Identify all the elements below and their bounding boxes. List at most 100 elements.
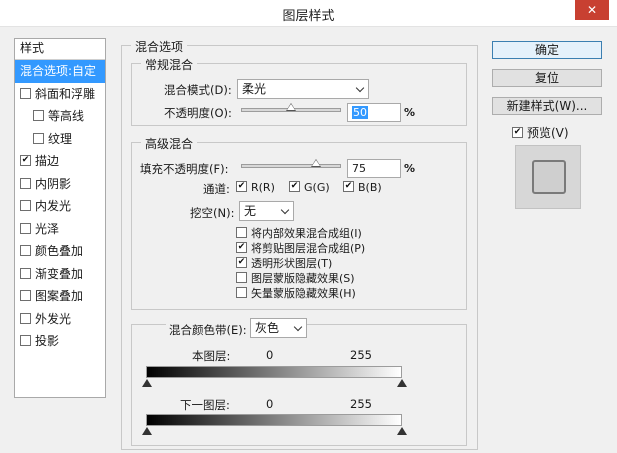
- fill-opacity-label: 填充不透明度(F):: [140, 162, 229, 176]
- underlying-layer-white-stop[interactable]: [397, 427, 407, 435]
- style-item-checkbox[interactable]: [20, 177, 31, 189]
- advanced-option[interactable]: 透明形状图层(T): [236, 255, 332, 271]
- style-item[interactable]: 内发光: [15, 195, 105, 218]
- channel-r[interactable]: R(R): [236, 181, 275, 194]
- style-item-label: 斜面和浮雕: [35, 86, 96, 101]
- styles-list: 样式 混合选项:自定斜面和浮雕等高线纹理描边内阴影内发光光泽颜色叠加渐变叠加图案…: [14, 38, 106, 398]
- style-item-label: 渐变叠加: [35, 266, 84, 281]
- advanced-option[interactable]: 图层蒙版隐藏效果(S): [236, 270, 355, 286]
- fill-opacity-unit: %: [404, 162, 416, 175]
- style-preview: [515, 145, 581, 209]
- blend-mode-select[interactable]: 柔光: [237, 79, 369, 99]
- opacity-field[interactable]: 50: [347, 103, 401, 122]
- style-item-label: 图案叠加: [35, 289, 84, 303]
- channel-b[interactable]: B(B): [343, 181, 382, 194]
- blend-if-label: 混合颜色带(E):: [166, 322, 250, 338]
- preview-checkbox[interactable]: [512, 127, 523, 138]
- style-item[interactable]: 混合选项:自定: [15, 60, 105, 83]
- style-item-checkbox[interactable]: [20, 290, 31, 301]
- dialog-title: 图层样式: [282, 9, 335, 24]
- channels-label: 通道:: [203, 182, 230, 196]
- this-layer-black-stop[interactable]: [142, 379, 152, 387]
- style-item-label: 等高线: [48, 109, 85, 123]
- underlying-layer-black-stop[interactable]: [142, 427, 152, 435]
- chevron-down-icon: [293, 322, 303, 332]
- fill-opacity-field[interactable]: 75: [347, 159, 401, 178]
- style-item[interactable]: 颜色叠加: [15, 240, 105, 263]
- blend-mode-value: 柔光: [242, 82, 267, 96]
- advanced-option-checkbox[interactable]: [236, 242, 247, 253]
- style-item[interactable]: 等高线: [15, 105, 105, 128]
- new-style-button[interactable]: 新建样式(W)...: [492, 97, 602, 115]
- style-item[interactable]: 渐变叠加: [15, 263, 105, 286]
- style-item-checkbox[interactable]: [20, 87, 31, 99]
- style-item-checkbox[interactable]: [20, 200, 31, 211]
- channel-g-checkbox[interactable]: [289, 181, 300, 192]
- channel-g[interactable]: G(G): [289, 181, 330, 194]
- advanced-option-label: 矢量蒙版隐藏效果(H): [251, 287, 356, 300]
- channel-b-label: B(B): [358, 181, 382, 194]
- this-layer-white-stop[interactable]: [397, 379, 407, 387]
- style-item-checkbox[interactable]: [20, 312, 31, 324]
- advanced-option-checkbox[interactable]: [236, 227, 247, 238]
- style-item[interactable]: 纹理: [15, 128, 105, 151]
- advanced-option-label: 图层蒙版隐藏效果(S): [251, 272, 355, 285]
- channel-r-checkbox[interactable]: [236, 181, 247, 192]
- general-blending-title: 常规混合: [141, 56, 198, 73]
- underlying-layer-max: 255: [350, 397, 372, 411]
- style-item-checkbox[interactable]: [20, 335, 31, 346]
- advanced-option-checkbox[interactable]: [236, 272, 247, 283]
- preview-toggle[interactable]: 预览(V): [512, 124, 569, 141]
- fill-opacity-slider-thumb[interactable]: [310, 159, 321, 167]
- opacity-label: 不透明度(O):: [164, 106, 232, 120]
- advanced-option[interactable]: 将内部效果混合成组(I): [236, 225, 362, 241]
- style-item-label: 描边: [35, 154, 60, 168]
- chevron-down-icon: [355, 83, 365, 93]
- knockout-label: 挖空(N):: [190, 206, 235, 220]
- advanced-option-checkbox[interactable]: [236, 287, 247, 298]
- style-item[interactable]: 光泽: [15, 218, 105, 241]
- knockout-select[interactable]: 无: [239, 201, 294, 221]
- this-layer-min: 0: [266, 348, 274, 362]
- style-item-checkbox[interactable]: [20, 245, 31, 256]
- this-layer-gradient: [146, 366, 402, 378]
- fill-opacity-value: 75: [352, 162, 366, 175]
- channel-r-label: R(R): [251, 181, 275, 194]
- blend-if-select[interactable]: 灰色: [250, 318, 307, 338]
- style-item[interactable]: 外发光: [15, 308, 105, 331]
- opacity-unit: %: [404, 106, 416, 119]
- advanced-option[interactable]: 将剪贴图层混合成组(P): [236, 240, 365, 256]
- underlying-layer-min: 0: [266, 397, 274, 411]
- styles-header[interactable]: 样式: [15, 39, 105, 60]
- opacity-slider[interactable]: [241, 103, 341, 112]
- style-item[interactable]: 描边: [15, 150, 105, 173]
- knockout-value: 无: [244, 204, 257, 218]
- preview-label: 预览(V): [527, 126, 569, 140]
- style-item-label: 混合选项:自定: [20, 64, 97, 78]
- style-item-label: 内阴影: [35, 176, 72, 191]
- channel-b-checkbox[interactable]: [343, 181, 354, 192]
- reset-button[interactable]: 复位: [492, 69, 602, 87]
- fill-opacity-slider[interactable]: [241, 159, 341, 168]
- style-item-label: 内发光: [35, 199, 72, 213]
- ok-button[interactable]: 确定: [492, 41, 602, 59]
- style-item-checkbox[interactable]: [20, 267, 31, 279]
- blend-if-value: 灰色: [255, 321, 280, 335]
- advanced-option[interactable]: 矢量蒙版隐藏效果(H): [236, 285, 356, 301]
- this-layer-label: 本图层:: [192, 349, 231, 363]
- advanced-option-checkbox[interactable]: [236, 257, 247, 268]
- underlying-layer-gradient: [146, 414, 402, 426]
- close-button[interactable]: ✕: [575, 0, 609, 20]
- style-item-checkbox[interactable]: [20, 155, 31, 166]
- style-item-checkbox[interactable]: [33, 132, 44, 144]
- style-item[interactable]: 投影: [15, 330, 105, 353]
- this-layer-max: 255: [350, 348, 372, 362]
- style-item[interactable]: 斜面和浮雕: [15, 83, 105, 106]
- chevron-down-icon: [280, 205, 290, 215]
- style-item[interactable]: 内阴影: [15, 173, 105, 196]
- style-item-label: 纹理: [48, 131, 73, 146]
- opacity-slider-thumb[interactable]: [286, 103, 296, 111]
- style-item[interactable]: 图案叠加: [15, 285, 105, 308]
- style-item-checkbox[interactable]: [33, 110, 44, 121]
- style-item-checkbox[interactable]: [20, 222, 31, 234]
